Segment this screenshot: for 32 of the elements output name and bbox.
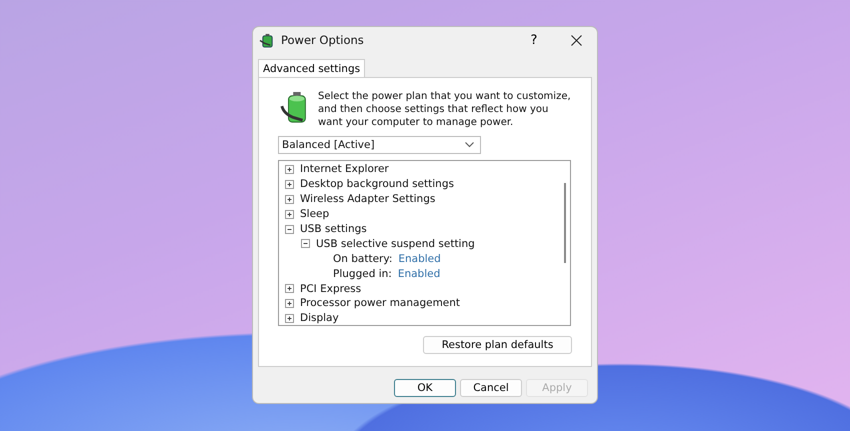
collapse-icon[interactable] [285, 224, 294, 234]
window-title: Power Options [281, 33, 365, 47]
help-button[interactable]: ? [513, 27, 555, 53]
tree-item[interactable]: Wireless Adapter Settings [300, 193, 436, 206]
setting-value[interactable]: Enabled [398, 252, 441, 265]
tree-item[interactable]: Processor power management [300, 297, 460, 310]
expand-icon[interactable] [285, 298, 294, 308]
tab[interactable]: Advanced settings [258, 59, 366, 77]
instruction-text: Select the power plan that you want to customize, and then choose settings that reflect how you want your computer to manage power. [318, 90, 571, 129]
expand-icon[interactable] [285, 284, 294, 294]
chevron-down-icon [465, 142, 474, 148]
tree-item[interactable]: Sleep [300, 208, 330, 220]
close-icon [570, 34, 582, 46]
expand-icon[interactable] [285, 164, 294, 174]
tree-item[interactable]: Desktop background settings [300, 178, 454, 190]
expand-icon[interactable] [285, 314, 294, 323]
expand-icon[interactable] [285, 210, 294, 219]
tree-item[interactable]: Internet Explorer [300, 163, 389, 176]
restore-defaults-button[interactable]: Restore plan defaults [423, 336, 572, 354]
tree-item[interactable]: Display [300, 312, 339, 324]
plan-dropdown[interactable]: Balanced [Active] [278, 136, 481, 154]
setting-label: On battery: [333, 252, 392, 265]
tree-item[interactable]: PCI Express [300, 282, 362, 295]
dialog-button[interactable]: Cancel [460, 379, 522, 397]
setting-label: Plugged in: [333, 268, 392, 280]
dialog-button[interactable]: OK [394, 379, 456, 397]
expand-icon[interactable] [285, 180, 294, 189]
tree-item[interactable]: USB settings [300, 223, 367, 235]
tree-item[interactable]: USB selective suspend setting [316, 238, 475, 250]
expand-icon[interactable] [285, 194, 294, 204]
collapse-icon[interactable] [301, 239, 310, 248]
setting-value[interactable]: Enabled [398, 268, 440, 280]
